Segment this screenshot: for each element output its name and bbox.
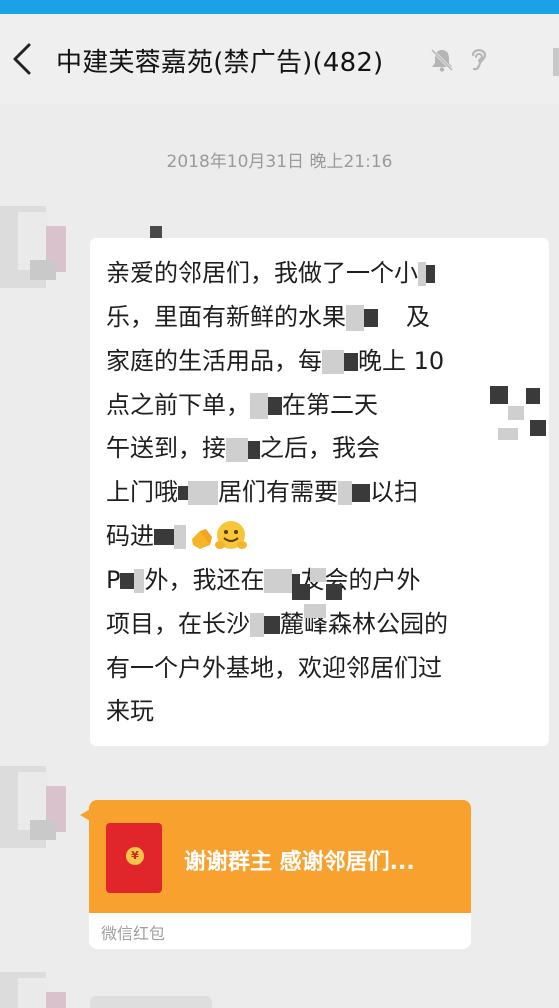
bell-slash-icon[interactable]: [429, 47, 455, 73]
message-line: 及: [406, 302, 430, 331]
coin-icon: ¥: [126, 847, 144, 865]
emoji-group: [186, 519, 247, 555]
message-line: 以扫: [370, 478, 418, 507]
message-line: 友会的户外: [300, 565, 421, 594]
red-envelope-icon: ¥: [106, 823, 162, 893]
clapping-hands-icon: [192, 529, 212, 550]
message-line: 晚上 10: [358, 346, 445, 375]
title-bar: 中建芙蓉嘉苑(禁广告)(482): [0, 14, 559, 104]
more-indicator: [553, 48, 559, 76]
message-line: 项目，在长沙: [106, 609, 250, 638]
red-packet-message: 谢谢群主 感谢邻居们...: [184, 850, 415, 875]
message-line: 居们有需要: [218, 478, 338, 507]
message-line: 来玩: [106, 697, 154, 726]
message-line: 码进: [106, 522, 154, 551]
sender-avatar[interactable]: [0, 766, 82, 848]
message-line: 麓峰森林公园的: [280, 609, 448, 638]
red-packet-label: 微信红包: [101, 924, 166, 943]
next-message-bubble[interactable]: [90, 996, 212, 1008]
message-line: 点之前下单，: [106, 390, 250, 419]
message-line: P: [106, 565, 121, 594]
hugging-face-icon: [215, 521, 247, 550]
text-message-bubble[interactable]: 亲爱的邻居们，我做了一个小 乐，里面有新鲜的水果 及 家庭的生活用品，每 晚上 10…: [90, 238, 549, 746]
message-line: 午送到，接: [106, 434, 226, 463]
message-line: 乐，里面有新鲜的水果: [106, 302, 346, 331]
sender-avatar[interactable]: [0, 972, 82, 1008]
sender-avatar[interactable]: [0, 206, 82, 288]
message-line: 之后，我会: [260, 434, 380, 463]
red-packet-body: ¥ 谢谢群主 感谢邻居们...: [89, 800, 471, 913]
ear-icon[interactable]: [466, 45, 490, 73]
red-packet-card[interactable]: ¥ 谢谢群主 感谢邻居们... 微信红包: [89, 800, 471, 949]
chevron-left-icon: [13, 43, 31, 75]
message-text: 亲爱的邻居们，我做了一个小 乐，里面有新鲜的水果 及 家庭的生活用品，每 晚上 10…: [106, 252, 537, 734]
message-line: 亲爱的邻居们，我做了一个小: [106, 259, 418, 287]
chat-title: 中建芙蓉嘉苑(禁广告)(482): [56, 48, 384, 78]
message-line: 上门哦: [106, 478, 178, 507]
message-line: 外，我还在: [144, 565, 265, 594]
message-timestamp: 2018年10月31日 晚上21:16: [166, 152, 393, 172]
message-line: 在第二天: [282, 390, 378, 419]
message-line: 有一个户外基地，欢迎邻居们过: [106, 653, 442, 682]
status-bar: [0, 0, 559, 14]
back-button[interactable]: [4, 36, 40, 82]
message-line: 家庭的生活用品，每: [106, 346, 322, 375]
